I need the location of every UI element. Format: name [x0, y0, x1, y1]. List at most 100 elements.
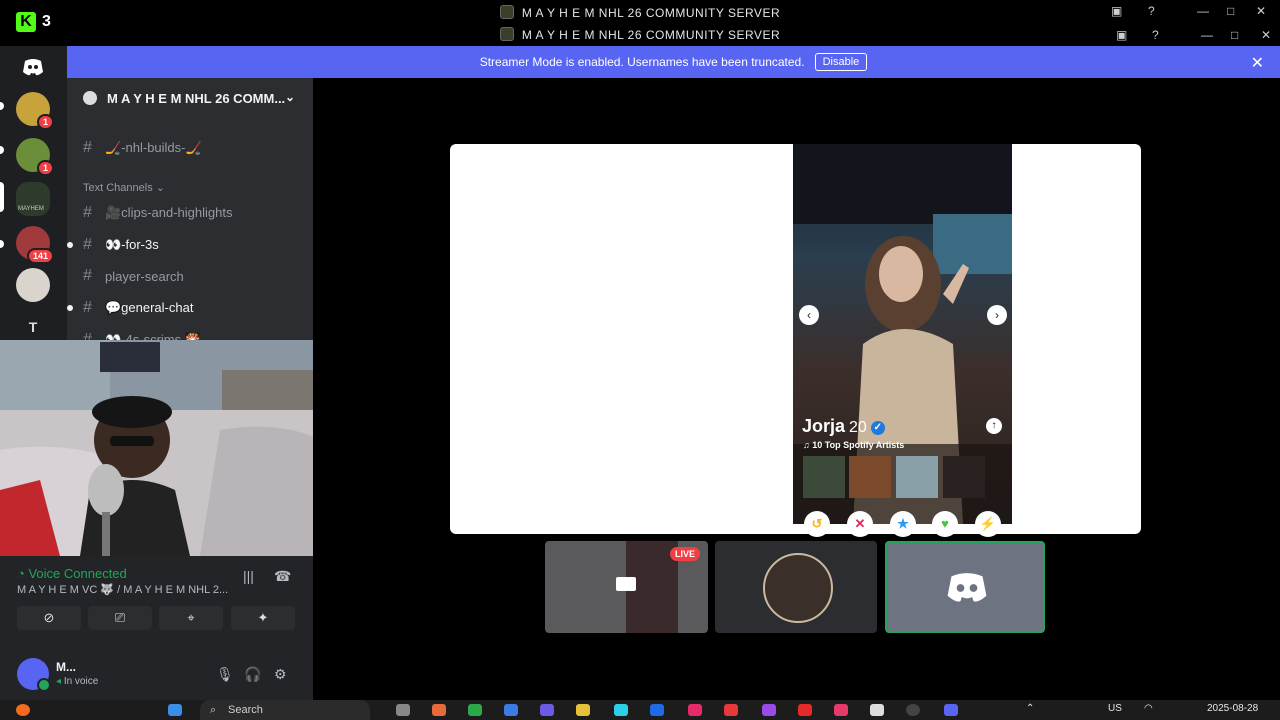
avatar[interactable] [17, 658, 51, 692]
rewind-button[interactable]: ↺ [804, 511, 830, 537]
server-icon-2[interactable]: 1 [16, 138, 54, 176]
app-icon[interactable] [688, 704, 702, 716]
server-icon-4[interactable] [16, 268, 50, 302]
like-button[interactable]: ♥ [932, 511, 958, 537]
hash-icon: # [83, 331, 92, 340]
previous-photo-button[interactable]: ‹ [799, 305, 819, 325]
username: M... [56, 660, 76, 674]
noise-suppression-icon[interactable]: ||| [243, 568, 254, 584]
inbox-icon[interactable]: ▣ [1116, 28, 1127, 42]
next-photo-button[interactable]: › [987, 305, 1007, 325]
server-icon-3[interactable]: 141 [16, 226, 54, 264]
headphones-icon[interactable]: 🎧 [244, 666, 261, 683]
channel-item[interactable]: # 🎥clips-and-highlights [83, 199, 297, 227]
app-icon[interactable] [906, 704, 920, 716]
maximize-button[interactable]: □ [1231, 28, 1238, 42]
screen-share-button[interactable]: ⎚ [88, 606, 152, 630]
channel-item[interactable]: # 👀-for-3s [67, 231, 297, 259]
app-icon[interactable] [540, 704, 554, 716]
participant-tile[interactable] [715, 541, 877, 633]
expand-profile-button[interactable]: ↑ [986, 418, 1002, 434]
live-badge: LIVE [669, 547, 700, 561]
unread-pill [0, 146, 4, 154]
camera-off-button[interactable]: ⊘ [17, 606, 81, 630]
window-title: M A Y H E M NHL 26 COMMUNITY SERVER [521, 6, 781, 20]
minimize-button[interactable]: — [1201, 28, 1213, 42]
participant-tile-speaking[interactable] [885, 541, 1045, 633]
stream-tile[interactable]: LIVE [545, 541, 708, 633]
voice-panel: ◔ Voice Connected M A Y H E M VC 🐺 / M A… [0, 556, 313, 700]
app-icon[interactable] [724, 704, 738, 716]
mention-badge: 1 [36, 160, 54, 176]
app-icon[interactable] [650, 704, 664, 716]
chevron-down-icon: ⌄ [284, 90, 295, 104]
tray-chevron-icon[interactable]: ⌃ [1026, 703, 1034, 714]
close-button[interactable]: ✕ [1256, 4, 1266, 18]
server-header[interactable]: M A Y H E M NHL 26 COMM... ⌄ [67, 78, 313, 118]
taskbar-search[interactable]: ⌕ Search [200, 700, 370, 720]
screen-share-icon [616, 577, 636, 591]
app-icon[interactable] [834, 704, 848, 716]
help-icon[interactable]: ? [1152, 28, 1159, 42]
settings-gear-icon[interactable]: ⚙ [274, 666, 287, 683]
channel-name: 👀-4s-scrims 🎇 [105, 332, 201, 340]
app-icon[interactable] [870, 704, 884, 716]
app-icon[interactable] [614, 704, 628, 716]
user-status: ◂ In voice [56, 676, 99, 687]
help-icon[interactable]: ? [1148, 4, 1155, 18]
unread-pill [0, 240, 4, 248]
artist-thumbnail[interactable] [896, 456, 938, 498]
server-boost-icon [83, 91, 97, 105]
maximize-button[interactable]: □ [1227, 4, 1234, 18]
file-explorer-icon[interactable] [576, 704, 590, 716]
disconnect-icon[interactable]: ☎ [274, 568, 291, 585]
artist-thumbnail[interactable] [849, 456, 891, 498]
discord-taskbar-icon[interactable] [944, 704, 958, 716]
channel-item[interactable]: # player-search [83, 262, 297, 290]
webcam-image [0, 340, 320, 556]
nope-button[interactable]: ✕ [847, 511, 873, 537]
activities-button[interactable]: ⌖ [159, 606, 223, 630]
youtube-icon[interactable] [798, 704, 812, 716]
hash-icon: # [83, 267, 92, 284]
selected-pill [0, 182, 4, 212]
twitch-icon[interactable] [762, 704, 776, 716]
wifi-icon[interactable]: ◠ [1144, 703, 1153, 714]
browser-icon[interactable] [16, 704, 30, 716]
app-icon[interactable] [504, 704, 518, 716]
artist-thumbnail[interactable] [943, 456, 985, 498]
microphone-icon[interactable]: 🎙 [216, 666, 234, 683]
close-button[interactable]: ✕ [1261, 28, 1271, 42]
channel-item[interactable]: # 🏒-nhl-builds-🏒 [83, 134, 297, 162]
discord-logo-icon [23, 59, 43, 76]
channel-name: 🏒-nhl-builds-🏒 [105, 140, 202, 155]
kick-logo-icon: K [16, 12, 36, 32]
app-icon[interactable] [432, 704, 446, 716]
unread-dot [67, 305, 73, 311]
taskbar-date[interactable]: 2025-08-28 [1207, 703, 1258, 714]
close-icon[interactable]: ✕ [1251, 53, 1264, 73]
voice-channel-label[interactable]: M A Y H E M VC 🐺 / M A Y H E M NHL 2... [17, 583, 228, 596]
server-icon-1[interactable]: 1 [16, 92, 54, 130]
server-icon-mayhem[interactable]: MAYHEM [16, 182, 50, 216]
app-icon[interactable] [468, 704, 482, 716]
artist-thumbnail[interactable] [803, 456, 845, 498]
search-icon: ⌕ [210, 704, 217, 716]
input-language[interactable]: US [1108, 703, 1122, 714]
minimize-button[interactable]: — [1197, 4, 1209, 18]
channel-name: 🎥clips-and-highlights [105, 205, 233, 220]
channel-item[interactable]: # 💬general-chat [67, 294, 297, 322]
disable-button[interactable]: Disable [814, 53, 868, 71]
mention-badge: 1 [36, 114, 54, 130]
soundboard-button[interactable]: ✦ [231, 606, 295, 630]
windows-start-icon[interactable] [168, 704, 182, 716]
super-like-button[interactable]: ★ [890, 511, 916, 537]
channel-item[interactable]: # 👀-4s-scrims 🎇 [83, 326, 297, 340]
discord-home-button[interactable] [16, 50, 50, 84]
server-icon-t[interactable]: T [16, 310, 50, 344]
category-header[interactable]: Text Channels ⌄ [83, 181, 165, 194]
boost-button[interactable]: ⚡ [975, 511, 1001, 537]
inbox-icon[interactable]: ▣ [1111, 4, 1122, 18]
participant-avatar [763, 553, 833, 623]
taskview-icon[interactable] [396, 704, 410, 716]
